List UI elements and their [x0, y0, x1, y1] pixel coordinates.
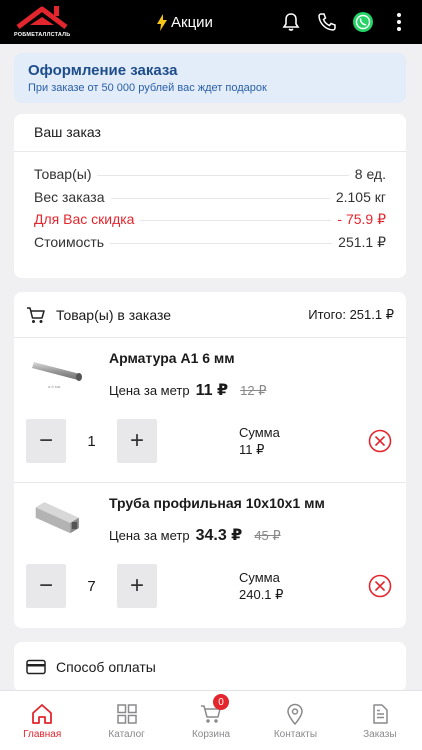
price-label: Цена за метр — [109, 528, 190, 543]
gift-banner: Оформление заказа При заказе от 50 000 р… — [14, 53, 406, 103]
old-price: 12 ₽ — [240, 383, 267, 398]
phone-icon[interactable] — [316, 11, 338, 33]
summary-label: Товар(ы) — [34, 166, 92, 182]
old-price: 45 ₽ — [254, 528, 281, 543]
payment-method-card[interactable]: Способ оплаты — [14, 642, 406, 692]
promo-link[interactable]: Акции — [156, 13, 213, 31]
sum-label: Сумма — [239, 425, 280, 440]
nav-cart[interactable]: 0 Корзина — [169, 691, 253, 750]
summary-row-items: Товар(ы) 8 ед. — [34, 166, 386, 189]
item-sum: Сумма 11 ₽ — [239, 424, 280, 458]
rebar-thumbnail: ⌀ 6 мм — [32, 362, 82, 389]
promo-label: Акции — [171, 13, 213, 31]
orders-document-icon — [373, 704, 388, 724]
item-price: Цена за метр 11 ₽ 12 ₽ — [109, 380, 266, 400]
nav-label: Заказы — [363, 729, 397, 740]
items-total: Итого: 251.1 ₽ — [308, 306, 394, 322]
bottom-navigation: Главная Каталог 0 Корзина Контакты Заказ… — [0, 690, 422, 750]
summary-row-weight: Вес заказа 2.105 кг — [34, 189, 386, 212]
items-title: Товар(ы) в заказе — [56, 306, 172, 323]
sum-value: 11 ₽ — [239, 442, 265, 457]
banner-title: Оформление заказа — [28, 62, 178, 79]
summary-label: Вес заказа — [34, 188, 105, 205]
payment-title: Способ оплаты — [56, 659, 156, 675]
logo-roof-icon — [16, 6, 68, 29]
lightning-icon — [157, 13, 167, 31]
nav-contacts[interactable]: Контакты — [253, 691, 337, 750]
bell-icon[interactable] — [280, 11, 302, 33]
sum-value: 240.1 ₽ — [239, 587, 284, 602]
quantity-value[interactable]: 7 — [66, 564, 117, 608]
item-name[interactable]: Арматура А1 6 мм — [109, 350, 235, 366]
nav-label: Главная — [23, 729, 62, 740]
summary-label: Для Вас скидка — [34, 211, 135, 227]
credit-card-icon — [26, 659, 46, 675]
svg-text:⌀ 6 мм: ⌀ 6 мм — [48, 384, 61, 389]
profile-tube-thumbnail — [35, 502, 79, 534]
home-icon — [32, 704, 53, 724]
items-header: Товар(ы) в заказе Итого: 251.1 ₽ — [14, 292, 406, 338]
cart-badge: 0 — [213, 694, 230, 710]
catalog-grid-icon — [116, 704, 137, 724]
current-price: 11 ₽ — [195, 382, 229, 399]
order-item: Труба профильная 10х10х1 мм Цена за метр… — [14, 483, 406, 628]
quantity-stepper: − 1 + — [26, 419, 157, 463]
summary-label: Стоимость — [34, 233, 105, 250]
summary-row-cost: Стоимость 251.1 ₽ — [34, 234, 386, 257]
logo-text: РОБМЕТАЛЛСТАЛЬ — [14, 32, 71, 38]
decrement-button[interactable]: − — [26, 419, 66, 463]
summary-value: - 75.9 ₽ — [337, 211, 386, 227]
increment-button[interactable]: + — [117, 419, 157, 463]
order-item: ⌀ 6 мм Арматура А1 6 мм Цена за метр 11 … — [14, 338, 406, 483]
whatsapp-icon[interactable] — [352, 11, 374, 33]
order-summary-card: Ваш заказ Товар(ы) 8 ед. Вес заказа 2.105 … — [14, 114, 406, 278]
order-items-card: Товар(ы) в заказе Итого: 251.1 ₽ ⌀ 6 мм … — [14, 292, 406, 628]
nav-orders[interactable]: Заказы — [338, 691, 422, 750]
sum-label: Сумма — [239, 570, 280, 585]
item-price: Цена за метр 34.3 ₽ 45 ₽ — [109, 525, 281, 545]
summary-row-discount: Для Вас скидка - 75.9 ₽ — [34, 211, 386, 234]
decrement-button[interactable]: − — [26, 564, 66, 608]
nav-catalog[interactable]: Каталог — [84, 691, 168, 750]
nav-home[interactable]: Главная — [0, 691, 84, 750]
quantity-stepper: − 7 + — [26, 564, 157, 608]
logo[interactable]: РОБМЕТАЛЛСТАЛЬ — [14, 3, 76, 41]
summary-value: 2.105 кг — [335, 188, 386, 205]
cart-icon — [27, 306, 45, 323]
summary-value: 251.1 ₽ — [338, 233, 386, 250]
quantity-value[interactable]: 1 — [66, 419, 117, 463]
increment-button[interactable]: + — [117, 564, 157, 608]
remove-item-icon[interactable] — [368, 574, 392, 598]
location-pin-icon — [287, 703, 304, 725]
current-price: 34.3 ₽ — [195, 527, 243, 544]
price-label: Цена за метр — [109, 383, 190, 398]
app-header: РОБМЕТАЛЛСТАЛЬ Акции — [0, 0, 422, 44]
nav-label: Корзина — [191, 729, 231, 740]
item-name[interactable]: Труба профильная 10х10х1 мм — [109, 495, 325, 511]
nav-label: Контакты — [273, 729, 318, 740]
remove-item-icon[interactable] — [368, 429, 392, 453]
banner-subtitle: При заказе от 50 000 рублей вас ждет под… — [28, 82, 267, 94]
item-sum: Сумма 240.1 ₽ — [239, 569, 283, 603]
more-vertical-icon[interactable] — [388, 11, 410, 33]
summary-value: 8 ед. — [354, 166, 386, 182]
summary-title: Ваш заказ — [14, 114, 406, 152]
nav-label: Каталог — [108, 729, 145, 740]
